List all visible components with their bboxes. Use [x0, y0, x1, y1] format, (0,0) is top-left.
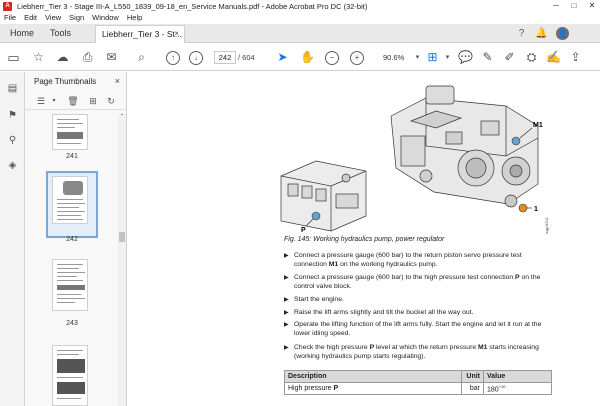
stamp-icon[interactable]: ⛭ [524, 50, 539, 65]
hydraulics-pump-figure: P M1 1 wgp0010 [280, 85, 549, 234]
minimize-button[interactable]: ─ [548, 0, 564, 12]
arrow-icon: ▶ [284, 310, 289, 316]
tab-document[interactable]: Liebherr_Tier 3 - St... × [95, 25, 185, 43]
specification-table: Description Unit Value High pressure P b… [284, 370, 552, 396]
page-up-icon[interactable]: ↑ [166, 51, 180, 65]
email-icon[interactable]: ✉ [104, 50, 119, 65]
comment-icon[interactable]: 💬 [458, 50, 473, 65]
zoom-out-icon[interactable]: − [325, 51, 339, 65]
page-down-icon[interactable]: ↓ [189, 51, 203, 65]
draw-icon[interactable]: ✐ [502, 50, 517, 65]
tab-tools[interactable]: Tools [50, 24, 71, 43]
insert-icon[interactable]: ⊞ [87, 95, 99, 107]
star-icon[interactable]: ☆ [31, 50, 46, 65]
arrow-icon: ▶ [284, 253, 289, 259]
menu-bar: File Edit View Sign Window Help [0, 12, 600, 23]
label-m1: M1 [533, 122, 543, 129]
page-number-input[interactable]: 242 [214, 51, 236, 64]
column-header: Unit [461, 370, 484, 383]
close-window-button[interactable]: ✕ [584, 0, 600, 12]
panel-title: Page Thumbnails [34, 77, 97, 86]
close-icon[interactable]: × [115, 76, 120, 86]
chevron-down-icon[interactable]: ▾ [48, 95, 60, 107]
window-title: Liebherr_Tier 3 - Stage III-A_L550_1839_… [17, 1, 368, 11]
page-total: / 604 [238, 53, 255, 62]
title-bar: A Liebherr_Tier 3 - Stage III-A_L550_183… [0, 0, 600, 12]
search-icon[interactable]: ⌕ [134, 50, 149, 65]
panel-scrollbar-thumb[interactable] [119, 232, 125, 242]
avatar[interactable]: 👤 [556, 27, 569, 40]
thumbnail-page-243[interactable] [52, 259, 88, 311]
arrow-icon: ▶ [284, 297, 289, 303]
bookmark-icon[interactable]: ⚑ [6, 109, 19, 122]
table-row: High pressure P bar 180+10 [284, 381, 552, 396]
help-icon[interactable]: ? [515, 27, 528, 40]
cell-value: 180+10 [483, 381, 552, 396]
menu-view[interactable]: View [45, 13, 61, 22]
thumbnail-label: 243 [66, 320, 78, 327]
label-1: 1 [534, 206, 538, 213]
navigation-rail: ▤ ⚑ ⚲ ◈ [0, 72, 25, 406]
tab-document-label: Liebherr_Tier 3 - St... [102, 29, 182, 39]
zoom-level[interactable]: 90.6% [383, 53, 404, 62]
options-icon[interactable]: ☰ [35, 95, 47, 107]
thumbnails-icon[interactable]: ▤ [6, 82, 19, 95]
save-icon[interactable]: ▭ [6, 50, 21, 65]
chevron-down-icon[interactable]: ▾ [410, 50, 425, 65]
cell-unit: bar [461, 381, 484, 396]
thumbnail-page-241[interactable] [52, 114, 88, 150]
thumbnail-label: 241 [66, 153, 78, 160]
print-icon[interactable]: ⎙ [80, 50, 95, 65]
chevron-down-icon[interactable]: ▾ [440, 50, 455, 65]
column-header: Description [284, 370, 462, 383]
column-header: Value [483, 370, 552, 383]
arrow-icon: ▶ [284, 275, 289, 281]
layers-icon[interactable]: ◈ [6, 159, 19, 172]
toolbar: ▭ ☆ ☁ ⎙ ✉ ⌕ ↑ ↓ 242 / 604 ➤ ✋ − + 90.6% … [0, 44, 600, 71]
table-header-row: Description Unit Value [284, 370, 552, 383]
highlight-icon[interactable]: ✎ [480, 50, 495, 65]
thumbnail-page-244[interactable] [52, 345, 88, 406]
share-icon[interactable]: ⇪ [568, 50, 583, 65]
thumbnail-label: 242 [66, 236, 78, 243]
fit-page-icon[interactable]: ⊞ [425, 50, 440, 65]
delete-icon[interactable]: 🗑 [67, 95, 79, 107]
label-p: P [301, 227, 306, 234]
hand-icon[interactable]: ✋ [300, 50, 315, 65]
arrow-icon: ▶ [284, 345, 289, 351]
menu-edit[interactable]: Edit [24, 13, 37, 22]
rotate-icon[interactable]: ↻ [105, 95, 117, 107]
close-tab-icon[interactable]: × [174, 26, 179, 42]
menu-help[interactable]: Help [127, 13, 142, 22]
arrow-icon: ▶ [284, 322, 289, 328]
figure-caption: Fig. 145: Working hydraulics pump, power… [284, 236, 445, 243]
maximize-button[interactable]: □ [566, 0, 582, 12]
cell-description: High pressure P [284, 381, 462, 396]
menu-window[interactable]: Window [92, 13, 119, 22]
tab-bar: Home Tools Liebherr_Tier 3 - St... × ? 🔔… [0, 24, 600, 43]
menu-sign[interactable]: Sign [69, 13, 84, 22]
thumbnail-page-242[interactable] [52, 176, 88, 224]
sign-icon[interactable]: ✍ [546, 50, 561, 65]
attachment-icon[interactable]: ⚲ [6, 134, 19, 147]
pointer-icon[interactable]: ➤ [275, 50, 290, 65]
figure-code: wgp0010 [544, 217, 549, 234]
panel-scrollbar[interactable] [118, 115, 126, 406]
notifications-icon[interactable]: 🔔 [535, 27, 548, 40]
zoom-in-icon[interactable]: + [350, 51, 364, 65]
cloud-upload-icon[interactable]: ☁ [55, 50, 70, 65]
acrobat-icon: A [3, 1, 12, 11]
tab-home[interactable]: Home [10, 24, 34, 43]
menu-file[interactable]: File [4, 13, 16, 22]
